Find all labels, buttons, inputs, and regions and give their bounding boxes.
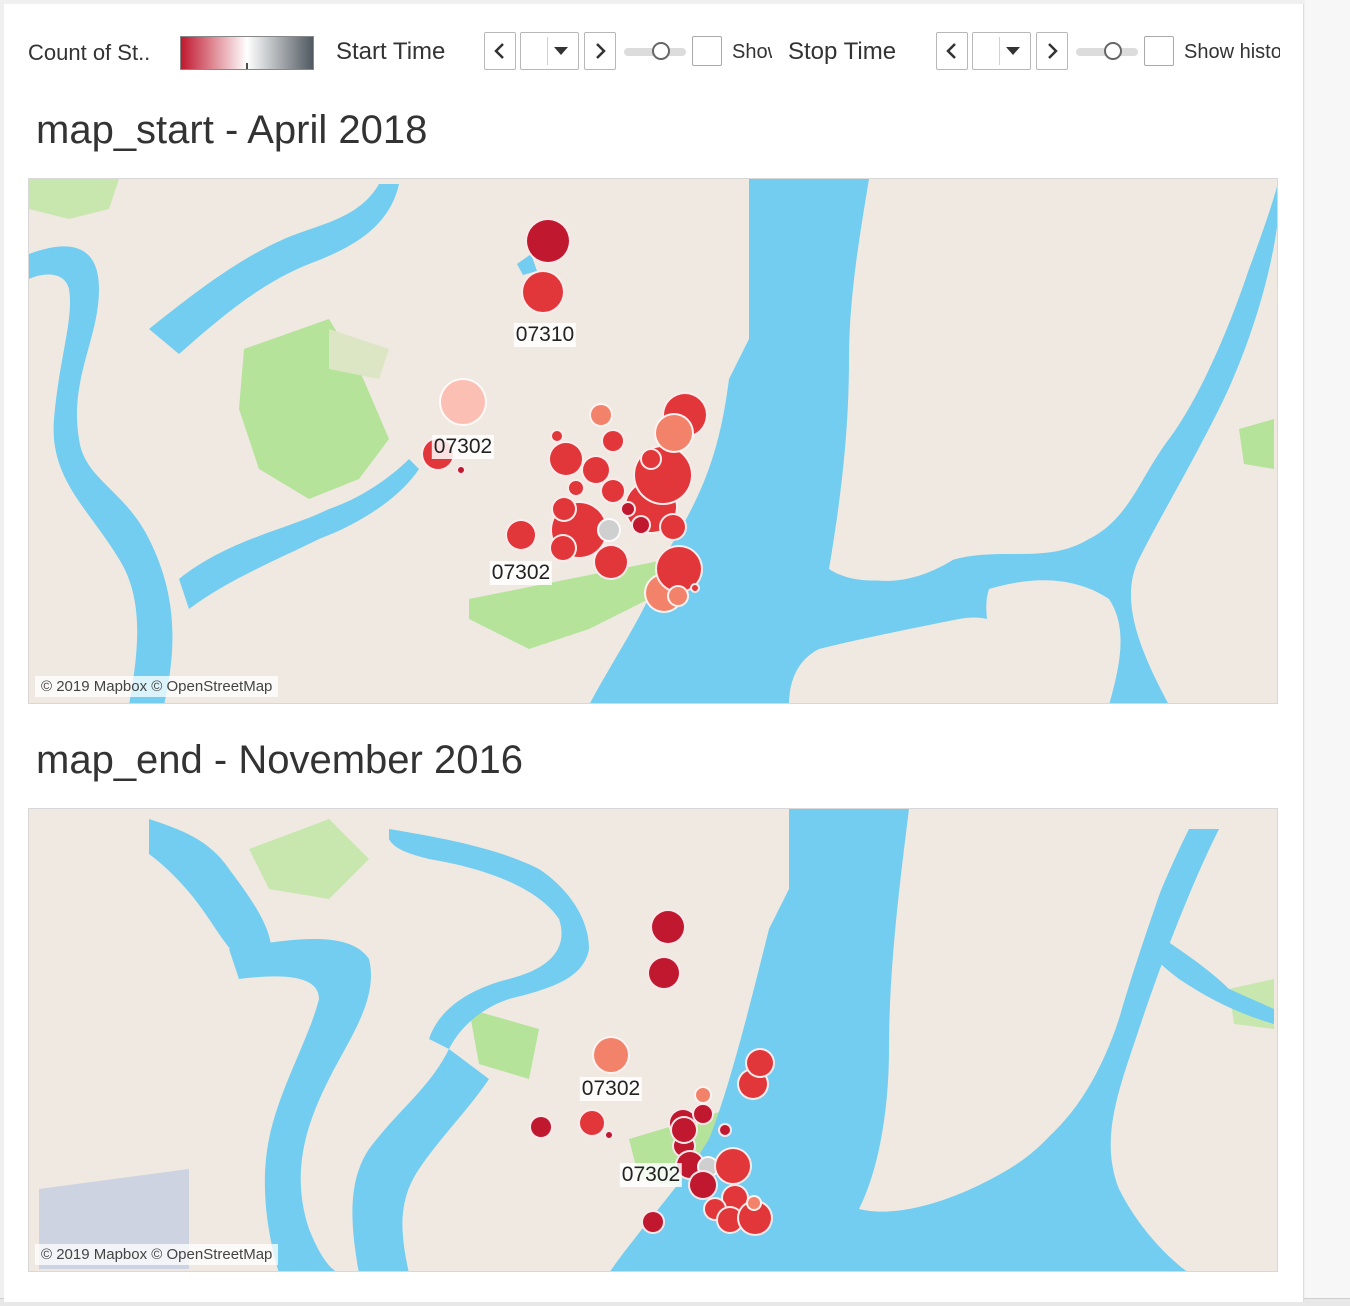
slider-knob[interactable] [1104,42,1122,60]
stop-time-prev-button[interactable] [936,32,968,70]
chevron-right-icon [1048,43,1058,59]
station-mark[interactable] [577,1109,606,1138]
chevron-left-icon [494,43,504,59]
station-mark[interactable] [746,1194,763,1211]
stop-time-dropdown[interactable] [972,32,1031,70]
station-mark[interactable] [591,1036,630,1075]
map-start[interactable]: © 2019 Mapbox © OpenStreetMap 07310 0730… [28,178,1278,704]
slider-knob[interactable] [652,42,670,60]
dashboard: Count of St.. Start Time Sho Stop Time S… [4,4,1304,1302]
stop-show-history-label: Show history [1184,41,1280,63]
zip-label-07302: 07302 [619,1163,683,1187]
start-time-label: Start Time [336,38,446,65]
map-attribution: © 2019 Mapbox © OpenStreetMap [35,676,279,697]
zip-label-07302: 07302 [431,435,495,459]
station-mark[interactable] [666,584,689,607]
station-mark[interactable] [604,1129,615,1140]
zip-label-07302: 07302 [489,561,553,585]
map-start-title: map_start - April 2018 [36,108,428,152]
map-end-basemap [29,809,1277,1271]
chevron-down-icon [554,47,568,55]
filter-toolbar: Count of St.. Start Time Sho Stop Time S… [4,4,1304,84]
stop-show-history-checkbox[interactable] [1144,36,1174,66]
map-end-title: map_end - November 2016 [36,738,523,782]
zip-label-07302: 07302 [579,1077,643,1101]
map-attribution: © 2019 Mapbox © OpenStreetMap [35,1244,279,1265]
station-mark[interactable] [566,479,585,498]
station-mark[interactable] [525,217,572,264]
start-time-dropdown[interactable] [520,32,579,70]
color-legend-title: Count of St.. [28,40,151,65]
map-end[interactable]: © 2019 Mapbox © OpenStreetMap 07302 0730… [28,808,1278,1272]
station-mark[interactable] [649,908,686,945]
station-mark[interactable] [630,514,651,535]
station-mark[interactable] [439,377,488,426]
station-mark[interactable] [601,429,626,453]
station-mark[interactable] [547,441,584,478]
chevron-left-icon [946,43,956,59]
start-show-history-label: Show history [732,41,772,63]
chevron-down-icon [1006,47,1020,55]
station-mark[interactable] [639,448,662,471]
window-edge [1305,0,1350,1306]
station-mark[interactable] [600,477,627,504]
chevron-right-icon [596,43,606,59]
station-mark[interactable] [528,1114,553,1139]
station-mark[interactable] [549,428,564,443]
map-start-basemap [29,179,1277,703]
stop-time-next-button[interactable] [1036,32,1068,70]
station-mark[interactable] [647,956,682,990]
station-mark[interactable] [504,519,537,552]
station-mark[interactable] [687,1170,718,1201]
station-mark[interactable] [713,1146,752,1185]
start-show-history-checkbox[interactable] [692,36,722,66]
start-time-speed-slider[interactable] [624,42,686,60]
stop-time-label: Stop Time [788,38,897,65]
start-time-prev-button[interactable] [484,32,516,70]
stop-time-speed-slider[interactable] [1076,42,1138,60]
color-legend-ramp [180,36,314,70]
station-mark[interactable] [455,464,466,475]
station-mark[interactable] [592,543,629,580]
station-mark[interactable] [521,269,566,314]
station-mark[interactable] [588,402,613,427]
start-time-next-button[interactable] [584,32,616,70]
zip-label-07310: 07310 [513,323,577,347]
